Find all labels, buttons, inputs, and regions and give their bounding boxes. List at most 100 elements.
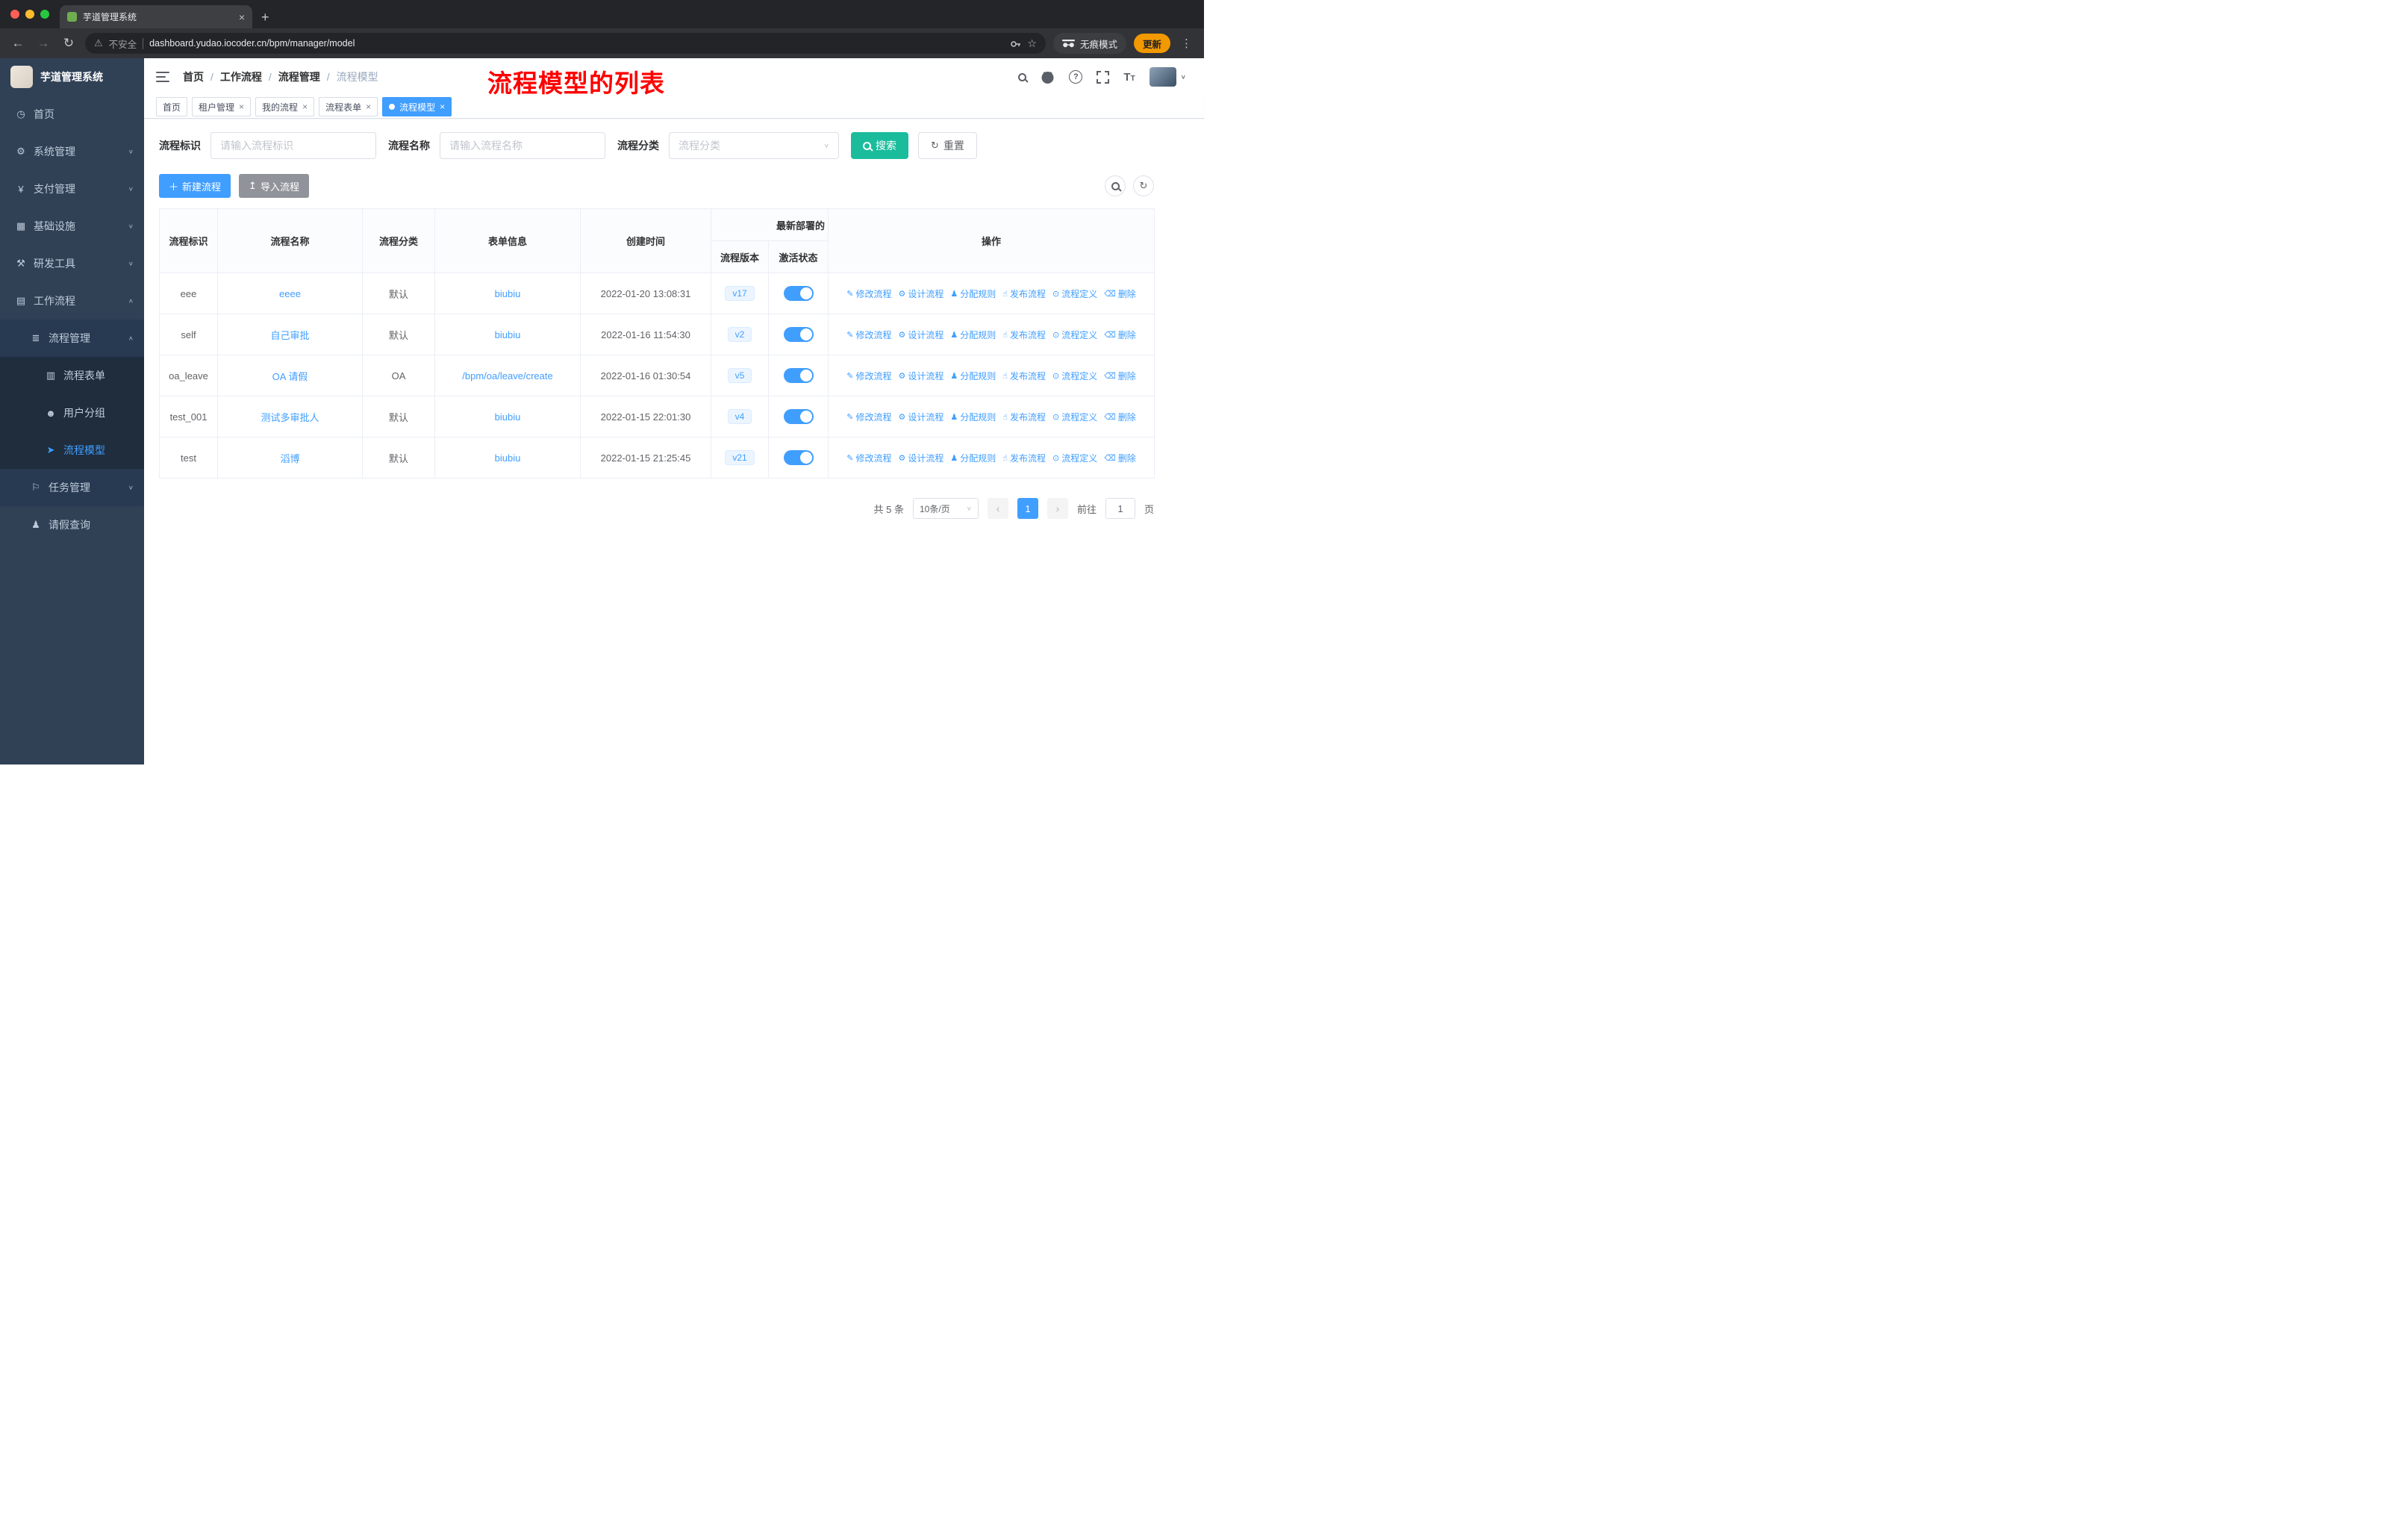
sidebar-item[interactable]: ¥ 支付管理 ∨	[0, 170, 144, 208]
category-select[interactable]: 流程分类 ∨	[669, 132, 839, 159]
tag-close-icon[interactable]: ×	[239, 102, 244, 112]
sidebar-item[interactable]: ▤ 工作流程 ∧	[0, 282, 144, 320]
toggle-search-button[interactable]	[1105, 175, 1126, 196]
tag-item[interactable]: 流程表单 ×	[319, 97, 378, 116]
tag-close-icon[interactable]: ×	[302, 102, 308, 112]
import-process-button[interactable]: ↥ 导入流程	[239, 174, 309, 198]
action-link[interactable]: ✎ 修改流程	[846, 452, 891, 464]
sidebar-item[interactable]: ⚙ 系统管理 ∨	[0, 133, 144, 170]
sidebar-item[interactable]: ⚐ 任务管理 ∨	[0, 469, 144, 506]
action-link[interactable]: ✎ 修改流程	[846, 411, 891, 423]
tag-item[interactable]: 我的流程 ×	[255, 97, 315, 116]
user-menu[interactable]: ∨	[1149, 67, 1186, 87]
refresh-table-button[interactable]: ↻	[1133, 175, 1154, 196]
password-key-icon[interactable]	[1010, 38, 1021, 49]
action-link[interactable]: ♟ 分配规则	[950, 287, 996, 300]
prev-page-button[interactable]: ‹	[987, 498, 1008, 519]
action-link[interactable]: ⚙ 设计流程	[898, 452, 943, 464]
back-button[interactable]: ←	[9, 36, 27, 51]
page-number-button[interactable]: 1	[1017, 498, 1038, 519]
window-minimize-button[interactable]	[25, 10, 34, 19]
sidebar-item[interactable]: ≣ 流程管理 ∧	[0, 320, 144, 357]
action-link[interactable]: ⌫ 删除	[1104, 411, 1136, 423]
process-name-link[interactable]: eeee	[279, 288, 301, 299]
action-link[interactable]: ⊙ 流程定义	[1052, 328, 1097, 341]
next-page-button[interactable]: ›	[1047, 498, 1068, 519]
breadcrumb-item[interactable]: 首页	[183, 69, 204, 84]
tag-close-icon[interactable]: ×	[440, 102, 445, 112]
tag-item[interactable]: 首页	[156, 97, 188, 116]
form-info-link[interactable]: biubiu	[495, 411, 521, 423]
active-toggle[interactable]	[783, 450, 814, 465]
action-link[interactable]: ⊙ 流程定义	[1052, 452, 1097, 464]
action-link[interactable]: ☝ 发布流程	[1002, 370, 1046, 382]
form-info-link[interactable]: biubiu	[495, 329, 521, 340]
reload-button[interactable]: ↻	[60, 36, 78, 51]
action-link[interactable]: ⚙ 设计流程	[898, 287, 943, 300]
tag-close-icon[interactable]: ×	[366, 102, 371, 112]
action-link[interactable]: ⚙ 设计流程	[898, 411, 943, 423]
browser-tab[interactable]: 芋道管理系统 ×	[60, 5, 252, 28]
action-link[interactable]: ✎ 修改流程	[846, 287, 891, 300]
bookmark-star-icon[interactable]: ☆	[1027, 37, 1037, 50]
window-zoom-button[interactable]	[40, 10, 49, 19]
action-link[interactable]: ⊙ 流程定义	[1052, 287, 1097, 300]
create-process-button[interactable]: ＋ 新建流程	[159, 174, 231, 198]
action-link[interactable]: ⊙ 流程定义	[1052, 370, 1097, 382]
reset-button[interactable]: ↻ 重置	[918, 132, 977, 159]
active-toggle[interactable]	[783, 327, 814, 342]
search-button[interactable]: 搜索	[851, 132, 908, 159]
ssl-warning-icon[interactable]: ⚠	[94, 37, 103, 49]
action-link[interactable]: ⊙ 流程定义	[1052, 411, 1097, 423]
action-link[interactable]: ♟ 分配规则	[950, 452, 996, 464]
breadcrumb-item[interactable]: 工作流程	[220, 69, 262, 84]
action-link[interactable]: ⚙ 设计流程	[898, 328, 943, 341]
action-link[interactable]: ⌫ 删除	[1104, 287, 1136, 300]
form-info-link[interactable]: biubiu	[495, 288, 521, 299]
new-tab-button[interactable]: +	[261, 10, 269, 25]
action-link[interactable]: ⚙ 设计流程	[898, 370, 943, 382]
active-toggle[interactable]	[783, 409, 814, 424]
sidebar-item[interactable]: ▥ 流程表单	[0, 357, 144, 394]
update-button[interactable]: 更新	[1133, 34, 1170, 53]
tab-close-icon[interactable]: ×	[239, 11, 245, 23]
active-toggle[interactable]	[783, 368, 814, 383]
process-name-link[interactable]: 测试多审批人	[261, 412, 319, 423]
action-link[interactable]: ♟ 分配规则	[950, 370, 996, 382]
action-link[interactable]: ☝ 发布流程	[1002, 328, 1046, 341]
action-link[interactable]: ☝ 发布流程	[1002, 411, 1046, 423]
process-name-link[interactable]: 自己审批	[270, 330, 309, 341]
address-bar[interactable]: ⚠ 不安全 dashboard.yudao.iocoder.cn/bpm/man…	[85, 33, 1046, 54]
fullscreen-icon[interactable]	[1097, 70, 1110, 84]
sidebar-item[interactable]: ➤ 流程模型	[0, 432, 144, 469]
help-icon[interactable]: ?	[1069, 70, 1083, 84]
app-logo-row[interactable]: 芋道管理系统	[0, 58, 144, 96]
action-link[interactable]: ✎ 修改流程	[846, 328, 891, 341]
form-info-link[interactable]: biubiu	[495, 452, 521, 464]
process-name-link[interactable]: 滔博	[280, 453, 299, 464]
action-link[interactable]: ⌫ 删除	[1104, 452, 1136, 464]
tag-item[interactable]: 流程模型 ×	[382, 97, 452, 116]
process-name-input[interactable]	[440, 132, 605, 159]
action-link[interactable]: ☝ 发布流程	[1002, 287, 1046, 300]
sidebar-toggle-button[interactable]	[156, 72, 169, 82]
github-icon[interactable]	[1041, 70, 1055, 84]
font-size-icon[interactable]: TT	[1123, 71, 1135, 84]
goto-page-input[interactable]	[1105, 498, 1135, 519]
action-link[interactable]: ♟ 分配规则	[950, 411, 996, 423]
sidebar-item[interactable]: ♟ 请假查询	[0, 506, 144, 544]
window-close-button[interactable]	[10, 10, 19, 19]
browser-menu-icon[interactable]: ⋮	[1178, 37, 1195, 50]
action-link[interactable]: ☝ 发布流程	[1002, 452, 1046, 464]
sidebar-item[interactable]: ⚒ 研发工具 ∨	[0, 245, 144, 282]
sidebar-item[interactable]: ☻ 用户分组	[0, 394, 144, 432]
sidebar-item[interactable]: ▦ 基础设施 ∨	[0, 208, 144, 245]
form-info-link[interactable]: /bpm/oa/leave/create	[462, 370, 552, 382]
process-id-input[interactable]	[210, 132, 376, 159]
tag-item[interactable]: 租户管理 ×	[192, 97, 252, 116]
action-link[interactable]: ✎ 修改流程	[846, 370, 891, 382]
active-toggle[interactable]	[783, 286, 814, 301]
breadcrumb-item[interactable]: 流程管理	[278, 69, 320, 84]
action-link[interactable]: ⌫ 删除	[1104, 370, 1136, 382]
action-link[interactable]: ♟ 分配规则	[950, 328, 996, 341]
